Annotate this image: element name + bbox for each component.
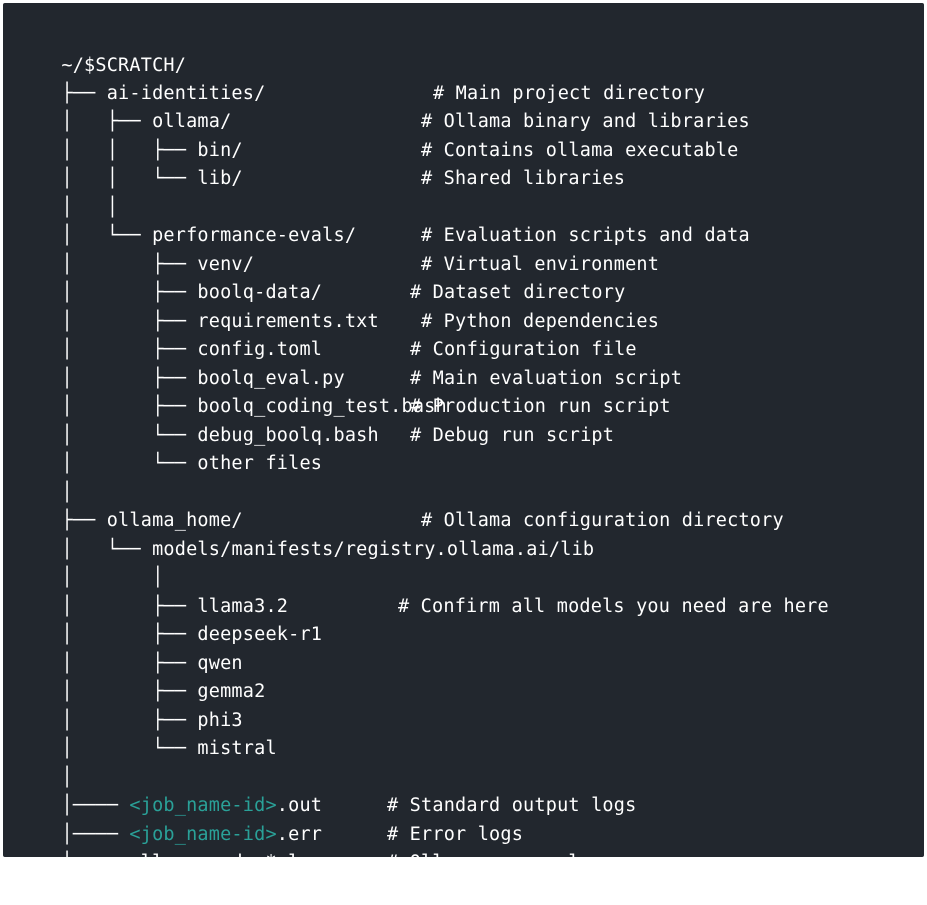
- comment: # Error logs: [387, 824, 524, 845]
- tree-branch: │────: [61, 852, 130, 873]
- tree-line-other-files: │ └── other files: [16, 422, 322, 474]
- tree-line-qwen: │ ├── qwen: [16, 622, 243, 674]
- file-name: ollama_node_*.log: [129, 852, 323, 873]
- tree-branch: │ └──: [61, 453, 198, 474]
- tree-line-requirements: │ ├── requirements.txt # Python dependenc…: [16, 280, 659, 332]
- tree-line-gemma: │ ├── gemma2: [16, 650, 265, 702]
- tree-line-node-log: │──── ollama_node_*.log # Ollama server l…: [16, 821, 613, 873]
- tree-line-debug: │ └── debug_boolq.bash # Debug run script: [16, 394, 614, 446]
- tree-line-llama: │ ├── llama3.2 # Confirm all models you n…: [16, 565, 828, 617]
- tree-line-root: ~/$SCRATCH/: [16, 24, 186, 76]
- tree-line-ai-identities: ├── ai-identities/# Main project directo…: [16, 52, 705, 104]
- tree-line-config: │ ├── config.toml # Configuration file: [16, 308, 636, 360]
- file-name: other files: [197, 453, 323, 474]
- directory-name: lib/: [197, 168, 243, 189]
- tree-line-boolq-eval: │ ├── boolq_eval.py # Main evaluation scr…: [16, 337, 682, 389]
- directory-name: mistral: [197, 738, 277, 759]
- comment: # Confirm all models you need are here: [398, 596, 829, 617]
- comment: # Python dependencies: [421, 311, 660, 332]
- comment: # Main evaluation script: [410, 368, 683, 389]
- comment: # Debug run script: [410, 425, 615, 446]
- tree-line-bin: │ │ ├── bin/# Contains ollama executable: [16, 109, 738, 161]
- comment: # Main project directory: [433, 83, 706, 104]
- comment: # Contains ollama executable: [421, 140, 739, 161]
- tree-line-mistral: │ └── mistral: [16, 707, 277, 759]
- comment: # Virtual environment: [421, 254, 660, 275]
- tree-line-models-path: │ └── models/manifests/registry.ollama.a…: [16, 508, 594, 560]
- tree-line-err-log: │──── <job_name-id>.err # Error logs: [16, 793, 523, 845]
- tree-line-spacer: │: [16, 736, 73, 788]
- comment: # Production run script: [410, 396, 671, 417]
- tree-line-coding-test: │ ├── boolq_coding_test.bash # Production…: [16, 365, 670, 417]
- comment: # Configuration file: [410, 339, 637, 360]
- tree-line-deepseek: │ ├── deepseek-r1: [16, 593, 322, 645]
- tree-line-spacer: │: [16, 451, 73, 503]
- tree-line-boolq-data: │ ├── boolq-data/# Dataset directory: [16, 251, 625, 303]
- comment: # Ollama server logs: [387, 852, 614, 873]
- comment: # Standard output logs: [387, 795, 637, 816]
- comment: # Ollama binary and libraries: [421, 111, 750, 132]
- code-block: ~/$SCRATCH/ ├── ai-identities/# Main pro…: [3, 3, 924, 873]
- tree-line-ollama: │ ├── ollama/# Ollama binary and librari…: [16, 80, 749, 132]
- tree-line-performance-evals: │ └── performance-evals/# Evaluation scr…: [16, 194, 749, 246]
- tree-line-ollama-home: ├── ollama_home/# Ollama configuration d…: [16, 479, 783, 531]
- tree-line-spacer: │ │: [16, 536, 163, 588]
- comment: # Dataset directory: [410, 282, 626, 303]
- tree-line-out-log: │──── <job_name-id>.out # Standard output…: [16, 764, 636, 816]
- comment: # Shared libraries: [421, 168, 626, 189]
- comment: # Evaluation scripts and data: [421, 225, 750, 246]
- tree-line-lib: │ │ └── lib/# Shared libraries: [16, 137, 625, 189]
- tree-branch: │ └──: [61, 738, 198, 759]
- tree-line-venv: │ ├── venv/# Virtual environment: [16, 223, 659, 275]
- tree-line-phi3: │ ├── phi3: [16, 679, 243, 731]
- directory-name: models/manifests/registry.ollama.ai/lib: [152, 539, 595, 560]
- tree-line-spacer: │ │: [16, 166, 118, 218]
